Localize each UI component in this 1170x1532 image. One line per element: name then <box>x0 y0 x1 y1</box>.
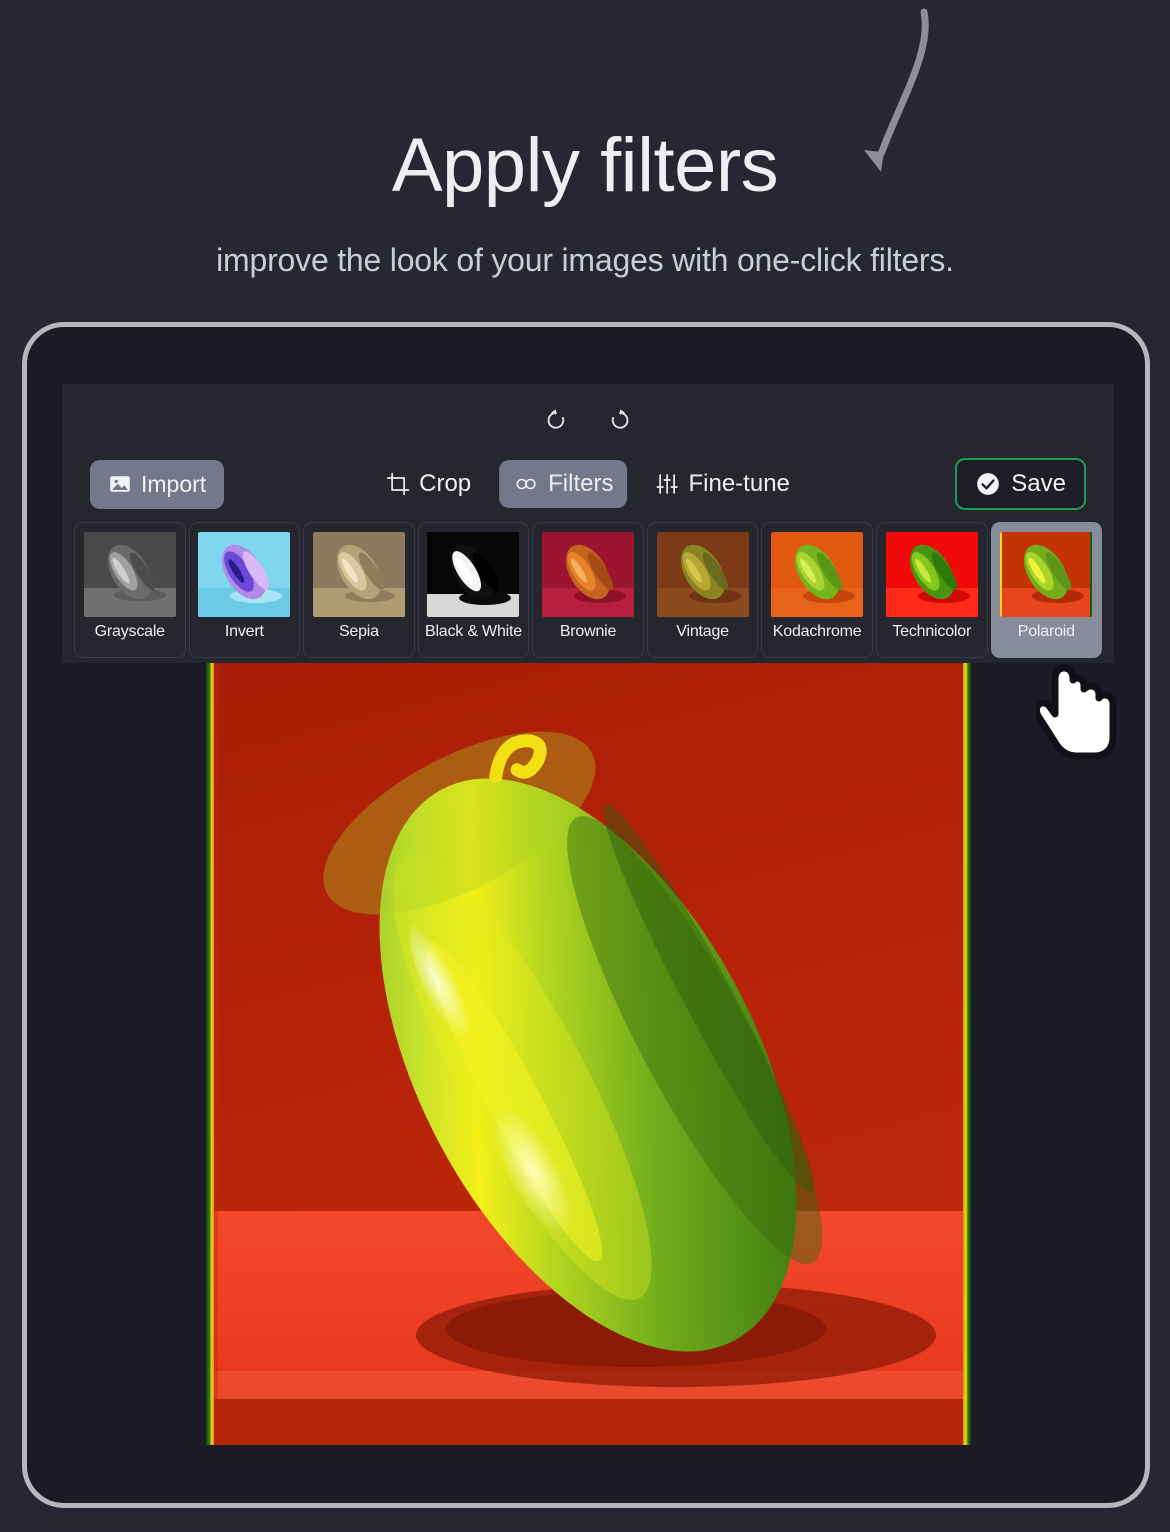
tab-crop-label: Crop <box>419 470 472 497</box>
save-button-label: Save <box>1011 470 1066 497</box>
filter-label: Polaroid <box>1017 623 1075 640</box>
filter-thumbnail <box>427 532 520 617</box>
editor-tabs: Crop Filters Fine-tune <box>372 460 804 508</box>
redo-icon <box>611 409 629 429</box>
filter-item-technicolor[interactable]: Technicolor <box>875 522 988 658</box>
history-bar <box>62 400 1114 440</box>
hero-section: Apply filters improve the look of your i… <box>0 0 1170 279</box>
filter-label: Vintage <box>676 623 729 640</box>
filter-label: Kodachrome <box>772 623 862 640</box>
filter-strip: Grayscale Invert Sepia Black & White Bro… <box>72 522 1104 658</box>
import-button[interactable]: Import <box>90 459 225 509</box>
filter-label: Black & White <box>424 623 522 640</box>
save-button[interactable]: Save <box>955 458 1086 510</box>
page-root: Apply filters improve the look of your i… <box>0 0 1170 1532</box>
filter-label: Brownie <box>559 623 617 640</box>
import-button-label: Import <box>141 470 207 497</box>
filter-thumbnail <box>542 532 635 617</box>
filter-label: Invert <box>224 623 264 640</box>
filter-thumbnail <box>198 532 291 617</box>
filter-item-kodachrome[interactable]: Kodachrome <box>761 522 873 658</box>
filter-thumbnail <box>83 532 176 617</box>
filter-label: Grayscale <box>94 623 165 640</box>
filter-thumbnail <box>1000 532 1093 617</box>
page-subtitle: improve the look of your images with one… <box>216 242 954 278</box>
filter-thumbnail <box>656 532 749 617</box>
editor-toolbar-panel: Import Crop Filters Fine-tune Save Grays… <box>62 384 1114 663</box>
filter-thumbnail <box>312 532 405 617</box>
tab-crop[interactable]: Crop <box>372 460 485 508</box>
filter-item-polaroid[interactable]: Polaroid <box>990 522 1103 658</box>
tab-fine-tune-label: Fine-tune <box>688 470 790 497</box>
filter-thumbnail <box>885 532 978 617</box>
filter-label: Sepia <box>338 623 379 640</box>
filter-item-grayscale[interactable]: Grayscale <box>74 522 186 658</box>
redo-button[interactable] <box>602 402 638 438</box>
crop-icon <box>386 472 410 496</box>
filter-item-brownie[interactable]: Brownie <box>532 522 644 658</box>
page-title: Apply filters <box>391 123 779 208</box>
check-circle-icon <box>977 473 1000 495</box>
filter-thumbnail <box>771 532 864 617</box>
filter-item-black-and-white[interactable]: Black & White <box>417 522 530 658</box>
filter-item-sepia[interactable]: Sepia <box>303 522 415 658</box>
device-frame: Import Crop Filters Fine-tune Save Grays… <box>22 322 1150 1508</box>
undo-icon <box>547 409 565 429</box>
image-icon <box>110 476 130 492</box>
filter-label: Technicolor <box>892 623 972 640</box>
edited-image[interactable] <box>205 663 971 1445</box>
tab-filters-label: Filters <box>548 470 614 497</box>
sliders-icon <box>656 474 679 494</box>
filter-item-invert[interactable]: Invert <box>188 522 301 658</box>
canvas-area <box>62 663 1114 1503</box>
filter-item-vintage[interactable]: Vintage <box>646 522 759 658</box>
tab-fine-tune[interactable]: Fine-tune <box>641 460 803 508</box>
filters-icon <box>516 478 536 490</box>
main-toolbar: Import Crop Filters Fine-tune Save <box>62 452 1114 516</box>
tab-filters[interactable]: Filters <box>499 460 628 508</box>
undo-button[interactable] <box>538 402 574 438</box>
